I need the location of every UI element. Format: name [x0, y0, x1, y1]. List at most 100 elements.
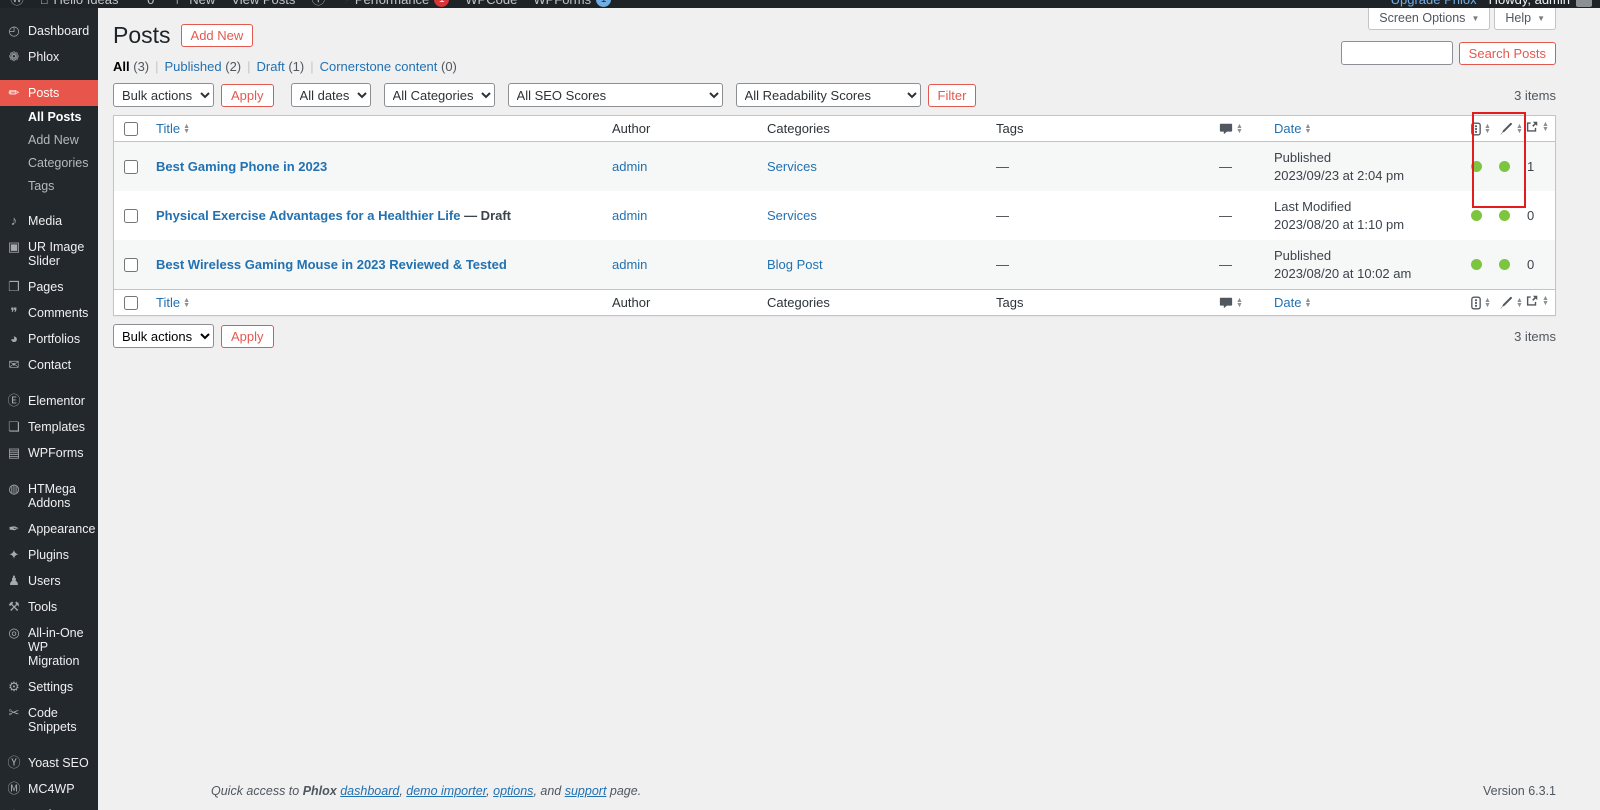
sort-by-title[interactable]: Title ▲ ▼ — [156, 295, 190, 310]
sidebar-item-portfolios[interactable]: ◕ Portfolios — [0, 326, 98, 352]
view-all[interactable]: All (3) — [113, 59, 149, 74]
sidebar-item-categories[interactable]: Categories — [0, 152, 98, 175]
author-link[interactable]: admin — [612, 257, 647, 272]
sidebar-item-wpforms[interactable]: ▤ WPForms — [0, 440, 98, 466]
sidebar-item-pages[interactable]: ❐ Pages — [0, 274, 98, 300]
screen-options-button[interactable]: Screen Options ▼ — [1368, 8, 1491, 30]
sidebar-item-add-new[interactable]: Add New — [0, 129, 98, 152]
wpcode-menu[interactable]: WPCode — [465, 0, 517, 7]
howdy-account[interactable]: Howdy, admin — [1489, 0, 1592, 7]
sort-by-links[interactable]: ▲ ▼ — [1525, 120, 1549, 134]
tags-value: — — [996, 208, 1009, 223]
apply-button[interactable]: Apply — [221, 83, 274, 107]
sidebar-item-all-in-one-wp-migration[interactable]: ◎ All-in-One WP Migration — [0, 620, 98, 674]
sort-by-title[interactable]: Title ▲ ▼ — [156, 121, 190, 136]
comments-bubble[interactable]: ❞0 — [135, 0, 155, 8]
dates-filter-select[interactable]: All dates — [290, 83, 371, 107]
menu-separator — [0, 740, 98, 750]
sort-by-links[interactable]: ▲ ▼ — [1525, 294, 1549, 308]
row-checkbox[interactable] — [124, 208, 138, 223]
view-posts-link[interactable]: View Posts — [231, 0, 295, 7]
sort-by-readability[interactable]: ▲ ▼ — [1499, 296, 1523, 310]
footer-link-support[interactable]: support — [565, 784, 607, 798]
sidebar-item-tools[interactable]: ⚒ Tools — [0, 594, 98, 620]
footer-link-options[interactable]: options — [493, 784, 533, 798]
seo-scores-filter-select[interactable]: All SEO Scores — [507, 83, 723, 107]
view-draft[interactable]: Draft (1) — [257, 59, 305, 74]
upgrade-phlox-link[interactable]: Upgrade Phlox — [1391, 0, 1477, 7]
sidebar-item-all-posts[interactable]: All Posts — [0, 106, 98, 129]
row-checkbox[interactable] — [124, 257, 138, 272]
select-all-checkbox[interactable] — [124, 295, 138, 310]
post-title-link[interactable]: Best Wireless Gaming Mouse in 2023 Revie… — [156, 257, 507, 272]
post-title-link[interactable]: Best Gaming Phone in 2023 — [156, 159, 327, 174]
yoast-menu[interactable]: Ⓨ — [311, 0, 325, 8]
sort-by-readability[interactable]: ▲ ▼ — [1499, 122, 1523, 136]
bulk-actions-select-bottom[interactable]: Bulk actions — [113, 324, 214, 348]
wordpress-logo-icon[interactable]: Ⓦ — [10, 0, 24, 8]
sidebar-item-appearance[interactable]: ✒ Appearance — [0, 516, 98, 542]
sidebar-item-dashboard[interactable]: ◴ Dashboard — [0, 18, 98, 44]
sort-by-comments[interactable]: ▲ ▼ — [1219, 122, 1243, 136]
sort-arrows-icon: ▲ ▼ — [183, 296, 191, 309]
sidebar-item-ur-image-slider[interactable]: ▣ UR Image Slider — [0, 234, 98, 274]
sidebar-item-posts[interactable]: ✏ Posts — [0, 80, 98, 106]
author-link[interactable]: admin — [612, 159, 647, 174]
sort-by-comments[interactable]: ▲ ▼ — [1219, 296, 1243, 310]
search-posts-input[interactable] — [1340, 41, 1453, 65]
readability-filter-select[interactable]: All Readability Scores — [735, 83, 921, 107]
sidebar-item-yoast-seo[interactable]: Ⓨ Yoast SEO — [0, 750, 98, 776]
screen-options-label: Screen Options — [1379, 11, 1466, 25]
new-menu[interactable]: ＋ New — [170, 0, 215, 8]
performance-menu[interactable]: ◔ Performance 1 — [341, 0, 450, 7]
select-all-checkbox[interactable] — [124, 121, 138, 136]
categories-filter-select[interactable]: All Categories — [383, 83, 495, 107]
seo-score-column-icon — [1471, 122, 1481, 135]
sidebar-item-settings[interactable]: ⚙ Settings — [0, 674, 98, 700]
view-cornerstone-content[interactable]: Cornerstone content (0) — [320, 59, 457, 74]
yoast-seo-icon: Ⓨ — [7, 755, 21, 770]
sidebar-item-phlox[interactable]: ❁ Phlox — [0, 44, 98, 70]
sidebar-item-htmega-addons[interactable]: ◍ HTMega Addons — [0, 476, 98, 516]
search-posts-button[interactable]: Search Posts — [1458, 41, 1556, 65]
pages-icon: ❐ — [8, 279, 20, 294]
row-checkbox[interactable] — [124, 159, 138, 174]
category-link[interactable]: Blog Post — [767, 257, 823, 272]
sort-by-date[interactable]: Date ▲ ▼ — [1274, 121, 1311, 136]
sidebar-item-users[interactable]: ♟ Users — [0, 568, 98, 594]
sidebar-item-plugins[interactable]: ✦ Plugins — [0, 542, 98, 568]
post-title-link[interactable]: Physical Exercise Advantages for a Healt… — [156, 208, 460, 223]
seo-score-column-icon — [1471, 296, 1481, 309]
footer-quick-access: Quick access to Phlox dashboard, demo im… — [211, 784, 642, 798]
sidebar-item-mc4wp[interactable]: Ⓜ MC4WP — [0, 776, 98, 802]
author-link[interactable]: admin — [612, 208, 647, 223]
sort-by-date[interactable]: Date ▲ ▼ — [1274, 295, 1311, 310]
sidebar-item-comments[interactable]: ❞ Comments — [0, 300, 98, 326]
sidebar-item-tags[interactable]: Tags — [0, 175, 98, 198]
help-button[interactable]: Help ▼ — [1494, 8, 1556, 30]
sidebar-item-elementor[interactable]: Ⓔ Elementor — [0, 388, 98, 414]
sidebar-item-media[interactable]: ♪ Media — [0, 208, 98, 234]
category-link[interactable]: Services — [767, 159, 817, 174]
sidebar-item-ur-image-slider-label: UR Image Slider — [28, 240, 85, 268]
avatar — [1576, 0, 1592, 7]
bulk-actions-select[interactable]: Bulk actions — [113, 83, 214, 107]
category-link[interactable]: Services — [767, 208, 817, 223]
add-new-button[interactable]: Add New — [180, 23, 254, 47]
sort-by-seo-score[interactable]: ▲ ▼ — [1471, 122, 1491, 136]
view-published[interactable]: Published (2) — [165, 59, 242, 74]
sidebar-item-performance[interactable]: ❖ Performance1 — [0, 802, 99, 810]
footer-link-dashboard[interactable]: dashboard — [340, 784, 399, 798]
sidebar-item-templates[interactable]: ❏ Templates — [0, 414, 98, 440]
wpforms-menu[interactable]: WPForms 1 — [533, 0, 612, 7]
footer-link-demo-importer[interactable]: demo importer — [406, 784, 486, 798]
howdy-label: Howdy, admin — [1489, 0, 1570, 7]
categories-column-header: Categories — [767, 295, 830, 310]
sort-by-seo-score[interactable]: ▲ ▼ — [1471, 296, 1491, 310]
site-link[interactable]: ⌂ Hello Ideas — [40, 0, 119, 7]
apply-button-bottom[interactable]: Apply — [221, 324, 274, 348]
view-posts-link-label: View Posts — [231, 0, 295, 7]
filter-button[interactable]: Filter — [927, 83, 977, 107]
sidebar-item-code-snippets[interactable]: ✂ Code Snippets — [0, 700, 98, 740]
sidebar-item-contact[interactable]: ✉ Contact — [0, 352, 98, 378]
